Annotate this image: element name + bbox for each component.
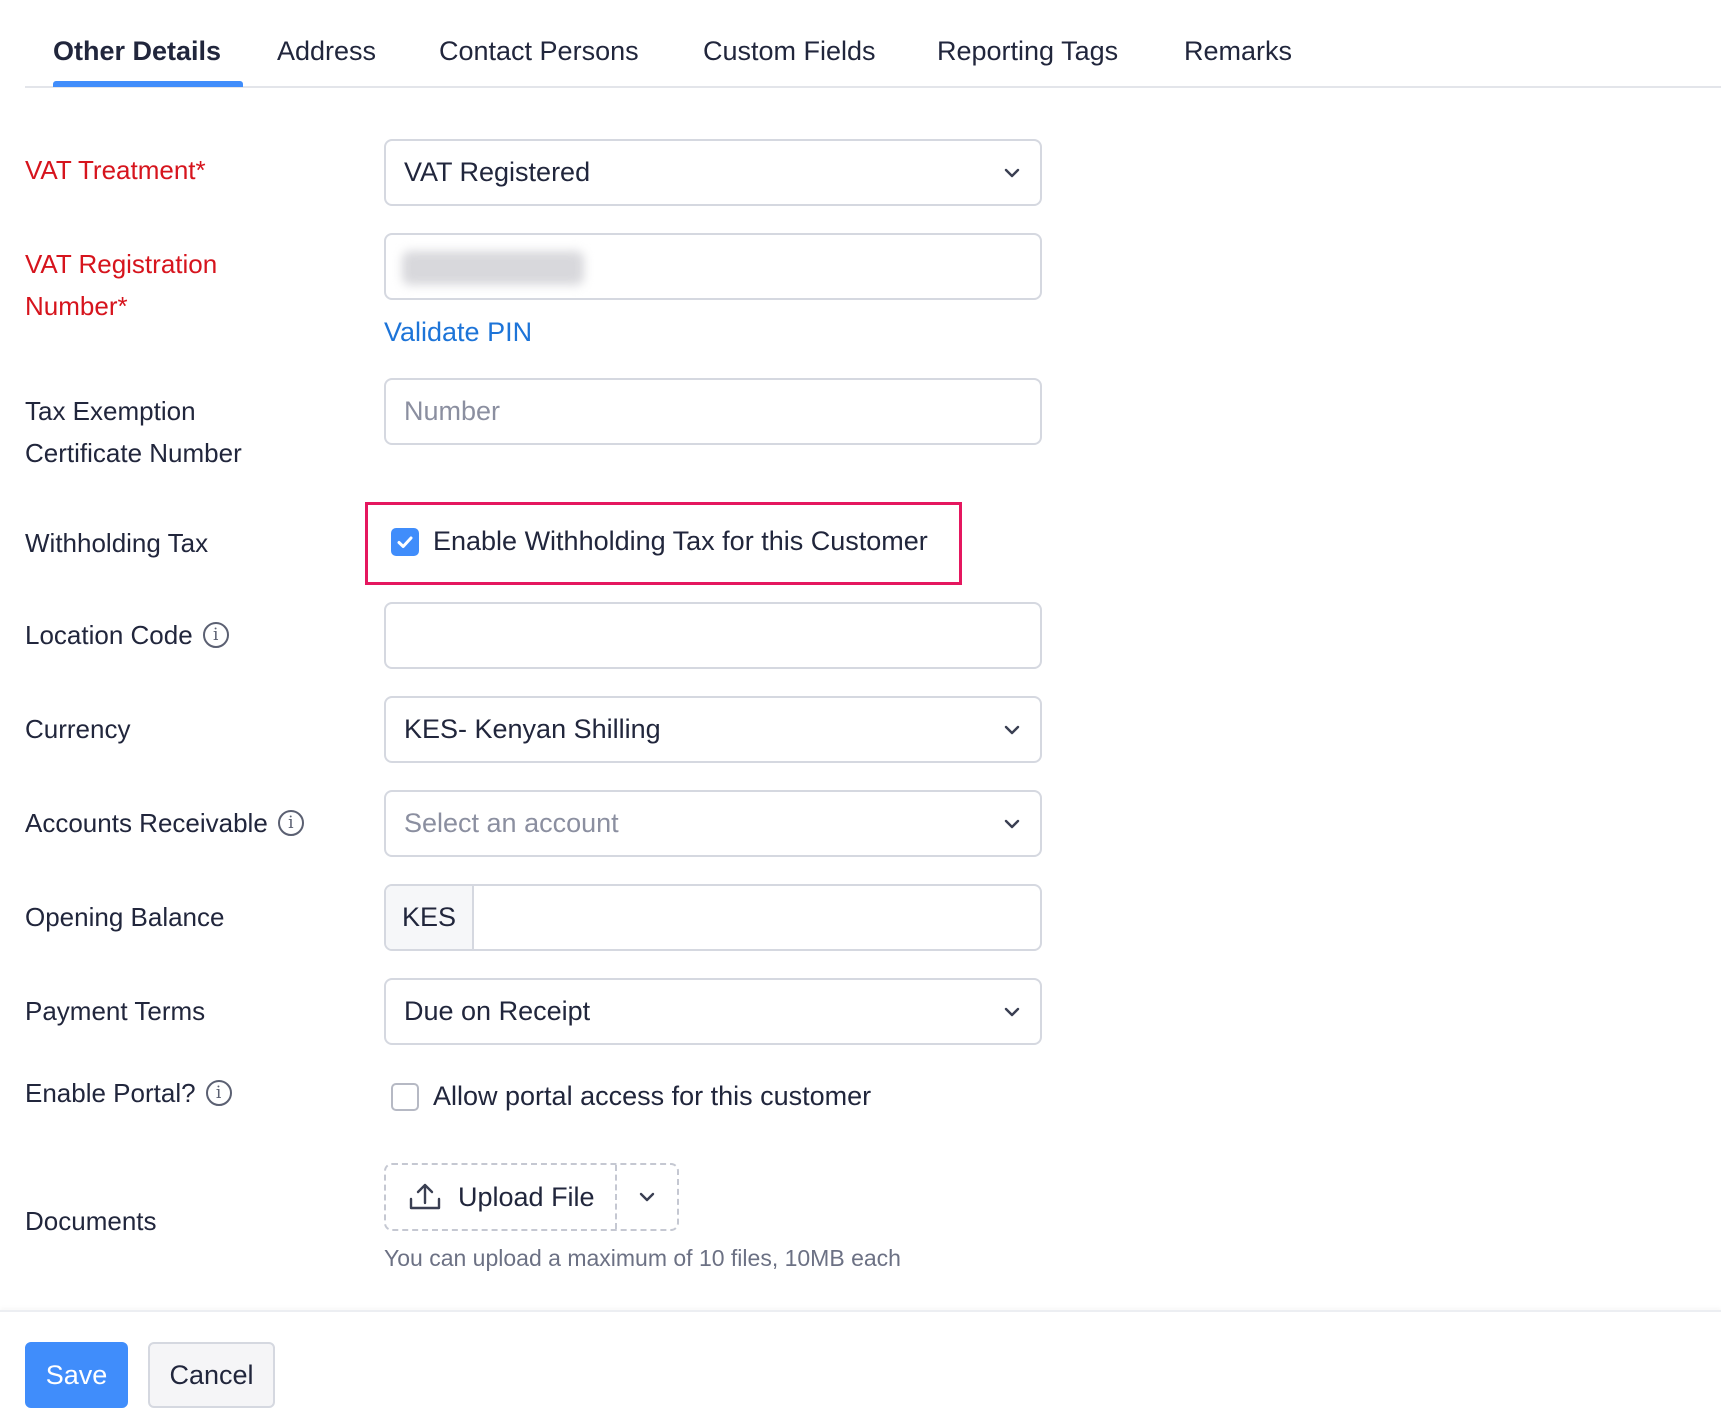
tax-exemption-label-line2: Certificate Number [25,438,242,468]
currency-label: Currency [25,714,131,744]
accounts-receivable-label-text: Accounts Receivable [25,808,268,838]
tab-bar: Other Details Address Contact Persons Cu… [25,0,1721,88]
form-footer: Save Cancel [0,1310,1721,1419]
tax-exemption-label-line1: Tax Exemption [25,396,196,426]
save-button[interactable]: Save [25,1342,128,1408]
opening-balance-input[interactable]: KES [384,884,1042,951]
location-code-input[interactable] [384,602,1042,669]
currency-select[interactable]: KES- Kenyan Shilling [384,696,1042,763]
validate-pin-link[interactable]: Validate PIN [384,317,532,348]
tab-address[interactable]: Address [277,36,376,67]
tab-custom-fields[interactable]: Custom Fields [703,36,876,67]
tab-other-details[interactable]: Other Details [53,36,221,67]
upload-hint: You can upload a maximum of 10 files, 10… [384,1245,901,1271]
currency-value: KES- Kenyan Shilling [404,714,661,744]
location-code-label-text: Location Code [25,620,193,650]
portal-access-checkbox-label: Allow portal access for this customer [433,1081,872,1111]
enable-portal-label: Enable Portal? i [25,1072,232,1114]
payment-terms-value: Due on Receipt [404,996,591,1026]
checkmark-icon [397,536,413,548]
accounts-receivable-placeholder: Select an account [404,808,619,838]
portal-access-option[interactable]: Allow portal access for this customer [391,1081,871,1112]
withholding-tax-checkbox[interactable] [391,527,419,556]
withholding-tax-checkbox-label: Enable Withholding Tax for this Customer [433,526,928,556]
vat-registration-label-line1: VAT Registration [25,249,218,279]
upload-file-label: Upload File [458,1181,595,1212]
info-icon[interactable]: i [202,622,229,649]
tab-contact-persons[interactable]: Contact Persons [439,36,639,67]
redacted-value [402,251,584,285]
chevron-down-icon [639,1192,655,1202]
upload-options-dropdown[interactable] [617,1165,677,1229]
accounts-receivable-select[interactable]: Select an account [384,790,1042,857]
accounts-receivable-label: Accounts Receivable i [25,802,304,844]
vat-registration-input[interactable] [384,233,1042,300]
vat-treatment-label: VAT Treatment* [25,155,206,185]
opening-balance-label: Opening Balance [25,902,225,932]
cancel-button[interactable]: Cancel [148,1342,275,1408]
active-tab-indicator [53,81,243,87]
withholding-tax-label: Withholding Tax [25,528,209,558]
chevron-down-icon [1002,163,1022,183]
withholding-tax-option[interactable]: Enable Withholding Tax for this Customer [391,526,928,557]
chevron-down-icon [1002,720,1022,740]
info-icon[interactable]: i [277,810,304,837]
upload-file-button[interactable]: Upload File [386,1165,617,1229]
enable-portal-label-text: Enable Portal? [25,1078,196,1108]
vat-treatment-select[interactable]: VAT Registered [384,139,1042,206]
chevron-down-icon [1002,814,1022,834]
documents-label: Documents [25,1206,157,1236]
vat-registration-label-line2: Number* [25,291,128,321]
currency-prefix: KES [386,886,474,949]
location-code-label: Location Code i [25,614,229,656]
chevron-down-icon [1002,1002,1022,1022]
upload-file-control: Upload File [384,1163,679,1231]
tab-reporting-tags[interactable]: Reporting Tags [937,36,1118,67]
upload-icon [409,1183,441,1210]
payment-terms-label: Payment Terms [25,996,206,1026]
payment-terms-select[interactable]: Due on Receipt [384,978,1042,1045]
vat-treatment-value: VAT Registered [404,157,591,187]
tab-remarks[interactable]: Remarks [1184,36,1292,67]
portal-access-checkbox[interactable] [391,1082,419,1111]
tax-exemption-input[interactable]: Number [384,378,1042,445]
tax-exemption-placeholder: Number [404,396,501,426]
info-icon[interactable]: i [205,1080,232,1107]
